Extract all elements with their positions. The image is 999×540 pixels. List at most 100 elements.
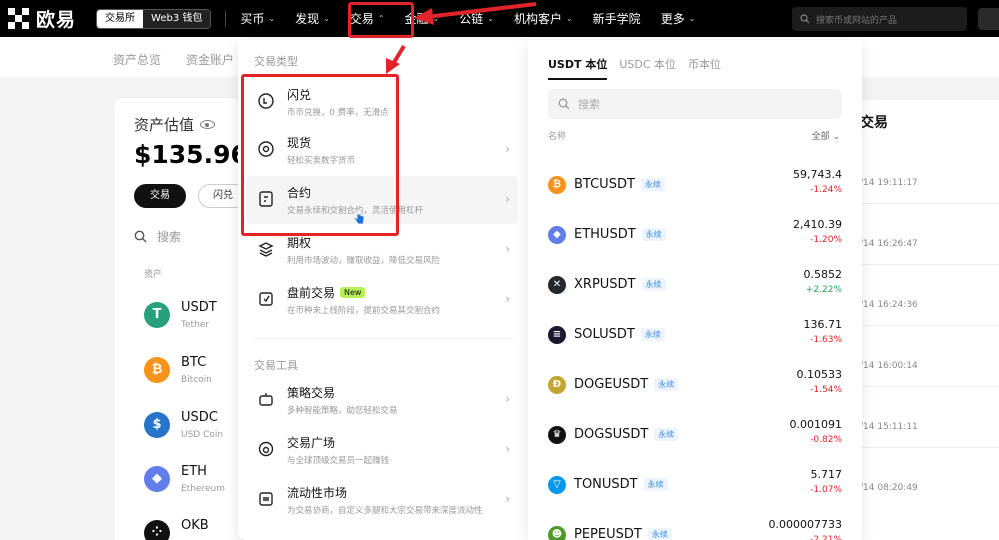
- annotation-box-nav: [348, 2, 414, 38]
- menu-item-premarket[interactable]: 盘前交易 New 在币种未上线阶段，提前交易其交割合约 ›: [246, 276, 518, 324]
- market-price: 5.717: [810, 468, 843, 481]
- chevron-down-icon: ⌄: [323, 14, 330, 23]
- menu-item-bot[interactable]: 策略交易 多种智能策略，助您轻松交易 ›: [246, 376, 518, 424]
- coin-eth-icon: ◆: [548, 226, 566, 244]
- market-symbol: BTCUSDT 永续: [574, 177, 665, 192]
- asset-row[interactable]: T USDT Tether: [144, 298, 234, 338]
- nav-item-label: 更多: [660, 12, 685, 26]
- market-row[interactable]: ✕ XRPUSDT 永续 0.5852 +2.22%: [548, 266, 842, 316]
- coin-sol-icon: ≡: [548, 326, 566, 344]
- subnav-overview[interactable]: 资产总览: [113, 51, 161, 68]
- market-symbol: SOLUSDT 永续: [574, 327, 665, 342]
- top-nav: 欧易 交易所 Web3 钱包 买币 ⌄ 发现 ⌄ 交易 ⌃ 金融 ⌄ 公链 ⌄ 机构客户 ⌄ 新手学院更…: [0, 0, 999, 37]
- menu-item-title: 策略交易: [287, 384, 335, 401]
- nav-login-button[interactable]: [978, 8, 999, 30]
- menu-item-title-text: 期权: [287, 236, 312, 250]
- menu-item-desc: 利用市场波动，赚取收益，降低交易风险: [287, 256, 441, 266]
- order-history-title: 交易: [860, 115, 888, 131]
- market-row[interactable]: ≡ SOLUSDT 永续 136.71 -1.63%: [548, 316, 842, 366]
- nav-item-5[interactable]: 机构客户 ⌄: [514, 10, 573, 27]
- market-row[interactable]: ☻ PEPEUSDT 永续 0.000007733 -2.21%: [548, 516, 842, 540]
- asset-row[interactable]: $ USDC USD Coin: [144, 408, 234, 448]
- nav-item-label: 公链: [459, 12, 484, 26]
- menu-item-title: 期权: [287, 234, 311, 251]
- coin-ton-icon: ▽: [548, 476, 566, 494]
- market-change: -2.21%: [810, 535, 842, 540]
- market-row[interactable]: ♛ DOGSUSDT 永续 0.001091 -0.82%: [548, 416, 842, 466]
- perpetual-tag: 永续: [654, 428, 679, 441]
- nav-search[interactable]: 搜索币或网站的产品: [792, 7, 967, 31]
- market-row[interactable]: ◆ ETHUSDT 永续 2,410.39 -1.20%: [548, 216, 842, 266]
- asset-symbol: USDC: [181, 410, 218, 425]
- coin-okb-icon: ⁘: [144, 520, 170, 540]
- market-filter-dropdown[interactable]: 全部 ⌄: [812, 129, 840, 142]
- perpetual-tag: 永续: [647, 528, 672, 540]
- menu-item-square[interactable]: 交易广场 与全球顶级交易员一起赚钱 ›: [246, 426, 518, 474]
- nav-item-7[interactable]: 更多 ⌄: [661, 10, 696, 27]
- chevron-right-icon: ›: [505, 292, 510, 306]
- asset-row[interactable]: ◆ ETH Ethereum: [144, 462, 234, 502]
- row-divider: [860, 386, 999, 387]
- coin-usdt-icon: T: [144, 302, 170, 328]
- market-price: 0.10533: [796, 368, 843, 381]
- market-col-name: 名称: [548, 132, 567, 142]
- asset-row[interactable]: ₿ BTC Bitcoin: [144, 353, 234, 393]
- menu-item-liquidity[interactable]: 流动性市场 为交易协商，自定义多腿和大宗交易带来深度流动性 ›: [246, 476, 518, 524]
- trade-button[interactable]: 交易: [134, 184, 186, 208]
- row-divider: [860, 325, 999, 326]
- tab-market-0[interactable]: USDT 本位: [548, 56, 608, 80]
- coin-usdc-icon: $: [144, 412, 170, 438]
- okx-logo[interactable]: 欧易: [8, 5, 76, 32]
- chevron-right-icon: ›: [505, 442, 510, 456]
- market-change: -1.54%: [810, 385, 842, 395]
- asset-symbol: BTC: [181, 355, 207, 370]
- market-symbol: ETHUSDT 永续: [574, 227, 666, 242]
- market-symbol-text: PEPEUSDT: [574, 527, 642, 540]
- market-row[interactable]: ₿ BTCUSDT 永续 59,743.4 -1.24%: [548, 166, 842, 216]
- perpetual-tag: 永续: [640, 178, 665, 191]
- market-symbol: XRPUSDT 永续: [574, 277, 666, 292]
- market-panel: USDT 本位 USDC 本位 币本位 搜索 名称 全部 ⌄ ₿ BTCUSDT 永续 5…: [528, 40, 862, 540]
- asset-name: USD Coin: [181, 430, 224, 440]
- asset-symbol: ETH: [181, 464, 207, 479]
- coin-xrp-icon: ✕: [548, 276, 566, 294]
- coin-pepe-icon: ☻: [548, 526, 566, 540]
- market-row[interactable]: ▽ TONUSDT 永续 5.717 -1.07%: [548, 466, 842, 516]
- market-search-input[interactable]: 搜索: [548, 89, 842, 119]
- market-row[interactable]: Ð DOGEUSDT 永续 0.10533 -1.54%: [548, 366, 842, 416]
- mode-web3-button[interactable]: Web3 钱包: [143, 9, 211, 28]
- asset-name: Bitcoin: [181, 375, 212, 385]
- tab-market-2[interactable]: 币本位: [688, 56, 721, 80]
- nav-item-6[interactable]: 新手学院: [593, 10, 641, 27]
- perpetual-tag: 永续: [654, 378, 679, 391]
- asset-title-text: 资产估值: [134, 116, 195, 134]
- nav-item-label: 机构客户: [513, 12, 562, 26]
- order-time: /14 16:24:36: [860, 300, 918, 310]
- market-symbol: TONUSDT 永续: [574, 477, 668, 492]
- perpetual-tag: 永续: [643, 478, 668, 491]
- asset-symbol: USDT: [181, 300, 217, 315]
- asset-search-placeholder: 搜索: [157, 230, 182, 244]
- logo-mark-icon: [8, 7, 30, 30]
- order-time: /14 19:11:17: [860, 178, 918, 188]
- bot-icon: [256, 389, 276, 409]
- asset-card: 资产估值 $135.96 交易 闪兑 搜索 资产 T USDT Tether ₿ BTC…: [113, 97, 248, 540]
- options-icon: [256, 239, 276, 259]
- coin-btc-icon: ₿: [144, 357, 170, 383]
- tab-market-1[interactable]: USDC 本位: [619, 56, 676, 80]
- asset-row[interactable]: ⁘ OKB: [144, 516, 234, 540]
- asset-search[interactable]: 搜索: [134, 228, 181, 245]
- asset-col-header: 资产: [144, 270, 163, 280]
- asset-title: 资产估值: [134, 114, 216, 135]
- market-change: -1.24%: [810, 185, 842, 195]
- row-divider: [860, 447, 999, 448]
- nav-item-0[interactable]: 买币 ⌄: [240, 10, 275, 27]
- market-symbol-text: ETHUSDT: [574, 227, 636, 242]
- eye-icon[interactable]: [200, 120, 216, 129]
- nav-item-4[interactable]: 公链 ⌄: [459, 10, 494, 27]
- subnav-funding[interactable]: 资金账户: [186, 51, 234, 68]
- nav-menu: 买币 ⌄ 发现 ⌄ 交易 ⌃ 金融 ⌄ 公链 ⌄ 机构客户 ⌄ 新手学院 更多 ⌄: [226, 10, 695, 27]
- nav-item-1[interactable]: 发现 ⌄: [295, 10, 330, 27]
- market-symbol-text: TONUSDT: [574, 477, 638, 492]
- mode-exchange-button[interactable]: 交易所: [97, 9, 144, 28]
